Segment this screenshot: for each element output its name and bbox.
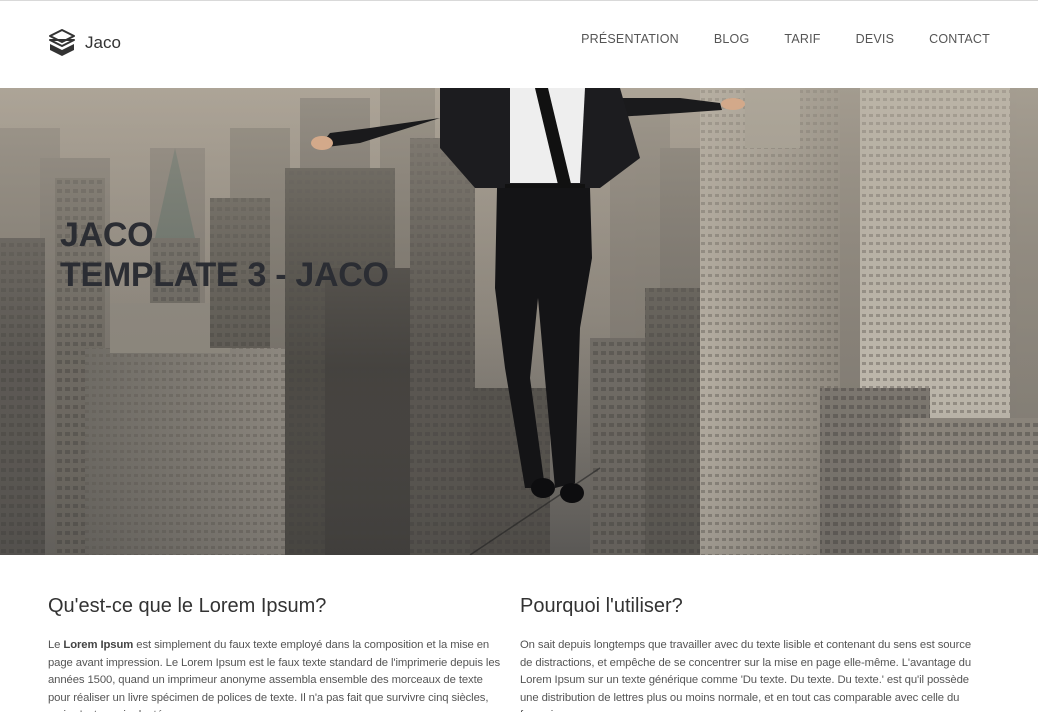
site-header: Jaco PRÉSENTATION BLOG TARIF DEVIS CONTA… xyxy=(0,0,1038,88)
nav-item-presentation[interactable]: PRÉSENTATION xyxy=(581,32,679,46)
content-area: Qu'est-ce que le Lorem Ipsum? Le Lorem I… xyxy=(0,555,1038,712)
text-lead: Le xyxy=(48,639,64,651)
hero-heading-line-1: JACO xyxy=(60,216,154,254)
hero-image xyxy=(0,88,1038,555)
section-title: Pourquoi l'utiliser? xyxy=(520,595,683,617)
text-bold: Lorem Ipsum xyxy=(63,639,134,651)
nav-item-tarif[interactable]: TARIF xyxy=(784,32,820,46)
cube-logo-icon xyxy=(49,29,75,56)
hero-heading-line-2: TEMPLATE 3 - JACO xyxy=(60,256,389,294)
hero-banner: JACO TEMPLATE 3 - JACO xyxy=(0,88,1038,555)
nav-item-contact[interactable]: CONTACT xyxy=(929,32,990,46)
section-title: Qu'est-ce que le Lorem Ipsum? xyxy=(48,595,327,617)
section-text: On sait depuis longtemps que travailler … xyxy=(520,639,972,712)
nav-item-devis[interactable]: DEVIS xyxy=(856,32,895,46)
hero-heading: JACO TEMPLATE 3 - JACO xyxy=(60,215,389,295)
nav-item-blog[interactable]: BLOG xyxy=(714,32,750,46)
section-text: Le Lorem Ipsum est simplement du faux te… xyxy=(48,637,508,712)
section-what-is-lorem: Qu'est-ce que le Lorem Ipsum? Le Lorem I… xyxy=(48,595,508,712)
brand-name: Jaco xyxy=(85,33,121,52)
section-why-use: Pourquoi l'utiliser? On sait depuis long… xyxy=(520,595,980,712)
main-nav: PRÉSENTATION BLOG TARIF DEVIS CONTACT xyxy=(546,32,990,46)
brand-logo-link[interactable]: Jaco xyxy=(48,27,121,59)
